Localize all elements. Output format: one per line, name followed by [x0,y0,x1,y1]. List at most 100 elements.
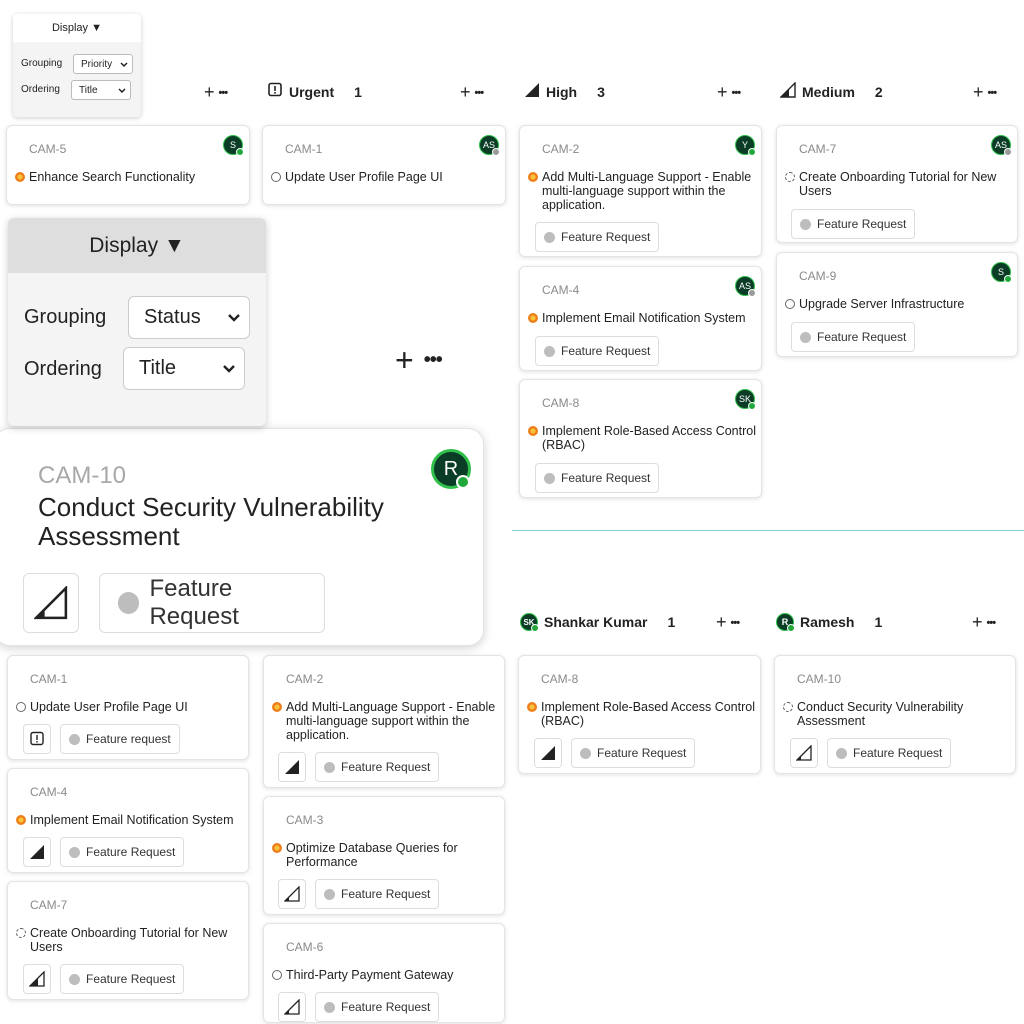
medium-priority-icon[interactable] [23,964,51,994]
add-icon[interactable]: + [716,612,727,633]
todo-status-icon [16,702,26,712]
column-count: 1 [874,614,883,630]
ordering-label: Ordering [24,358,102,380]
more-icon[interactable]: ••• [988,87,998,99]
column-title: High [546,83,578,100]
feature-request-tag[interactable]: Feature Request [535,336,660,366]
ticket-card-cam-3[interactable]: CAM-3 Optimize Database Queries for Perf… [263,796,505,915]
low-priority-icon[interactable] [278,879,306,909]
avatar: R [776,613,795,632]
feature-request-tag[interactable]: Feature Request [60,964,185,994]
no-priority-column-actions: + ••• [204,82,229,103]
column-title: Medium [802,83,855,100]
ticket-card-cam-7[interactable]: CAM-7 AS Create Onboarding Tutorial for … [776,125,1018,243]
ticket-title-row: Implement Role-Based Access Control (RBA… [527,700,755,728]
feature-request-tag[interactable]: Feature request [60,724,180,754]
in-progress-status-icon [16,815,26,825]
low-priority-icon[interactable] [23,573,79,633]
feature-request-tag[interactable]: Feature Request [60,837,185,867]
tag-dot-icon [324,761,335,773]
ticket-card-cam-4[interactable]: CAM-4 AS Implement Email Notification Sy… [519,266,762,371]
ticket-title-row: Enhance Search Functionality [15,170,195,184]
column-header-shankar-kumar: SK Shankar Kumar 1 [520,613,675,632]
feature-request-tag[interactable]: Feature Request [99,573,325,633]
grouping-select[interactable]: Status [128,296,250,339]
feature-request-tag[interactable]: Feature Request [315,879,440,909]
feature-request-tag[interactable]: Feature Request [315,752,440,782]
ticket-id: CAM-8 [541,672,579,686]
ticket-card-cam-1[interactable]: CAM-1 AS Update User Profile Page UI [262,125,506,205]
grouping-select[interactable]: Priority [73,54,133,74]
more-icon[interactable]: ••• [987,617,997,629]
feature-request-tag[interactable]: Feature Request [791,322,916,352]
tag-dot-icon [580,747,591,759]
ticket-card-cam-10[interactable]: CAM-10 Conduct Security Vulnerability As… [774,655,1016,774]
ticket-title-row: Upgrade Server Infrastructure [785,297,964,311]
ticket-title-row: Add Multi-Language Support - Enable mult… [528,170,756,212]
feature-request-tag[interactable]: Feature Request [791,209,916,239]
ticket-card-cam-7[interactable]: CAM-7 Create Onboarding Tutorial for New… [7,881,249,1000]
ordering-select[interactable]: Title [123,347,245,390]
add-icon[interactable]: + [972,612,983,633]
high-priority-icon[interactable] [23,837,51,867]
in-progress-status-icon [15,172,25,182]
high-priority-icon [524,82,540,101]
low-priority-icon[interactable] [278,992,306,1022]
in-progress-status-icon [528,426,538,436]
avatar: S [223,135,244,156]
ticket-id: CAM-2 [286,672,324,686]
chevron-down-icon [118,88,126,94]
ticket-card-cam-9[interactable]: CAM-9 S Upgrade Server Infrastructure Fe… [776,252,1018,357]
high-priority-icon[interactable] [534,738,562,768]
avatar: AS [479,135,500,156]
display-button[interactable]: Display ▼ [8,218,266,273]
ticket-card-cam-1[interactable]: CAM-1 Update User Profile Page UI Featur… [7,655,249,760]
display-button[interactable]: Display ▼ [13,14,141,42]
more-icon[interactable]: ••• [219,87,229,99]
add-icon[interactable]: + [973,82,984,103]
feature-request-tag[interactable]: Feature Request [535,222,660,252]
more-icon[interactable]: ••• [475,87,485,99]
feature-request-tag[interactable]: Feature Request [827,738,952,768]
ticket-card-cam-4[interactable]: CAM-4 Implement Email Notification Syste… [7,768,249,873]
more-icon[interactable]: ••• [731,617,741,629]
column-title: Shankar Kumar [544,614,648,630]
chevron-down-icon [223,365,235,373]
shankar-column-actions: + ••• [716,612,741,633]
urgent-priority-icon[interactable] [23,724,51,754]
high-priority-icon[interactable] [278,752,306,782]
avatar: AS [735,276,756,297]
ticket-card-cam-8[interactable]: CAM-8 SK Implement Role-Based Access Con… [519,379,762,498]
more-icon[interactable]: ••• [424,349,443,372]
add-icon[interactable]: + [717,82,728,103]
urgent-priority-icon [268,82,283,101]
ticket-card-cam-8[interactable]: CAM-8 Implement Role-Based Access Contro… [518,655,761,774]
column-title: Ramesh [800,614,855,630]
more-icon[interactable]: ••• [732,87,742,99]
add-icon[interactable]: + [204,82,215,103]
ticket-card-cam-5[interactable]: CAM-5 S Enhance Search Functionality [6,125,250,205]
ticket-id: CAM-2 [542,142,580,156]
ordering-select[interactable]: Title [71,80,131,100]
ticket-id: CAM-7 [30,898,68,912]
add-icon[interactable]: + [460,82,471,103]
feature-request-tag[interactable]: Feature Request [315,992,440,1022]
high-column-actions: + ••• [717,82,742,103]
ticket-card-cam-2[interactable]: CAM-2 Y Add Multi-Language Support - Ena… [519,125,762,257]
in-progress-status-icon [272,702,282,712]
ticket-card-cam-6[interactable]: CAM-6 Third-Party Payment Gateway Featur… [263,923,505,1023]
column-header-medium: Medium 2 [779,81,883,101]
ticket-title: Upgrade Server Infrastructure [799,297,965,311]
ticket-card-cam-2[interactable]: CAM-2 Add Multi-Language Support - Enabl… [263,655,505,788]
ordering-label: Ordering [21,84,60,95]
zoomed-ticket-card-cam-10[interactable]: CAM-10 Conduct Security Vulnerability As… [0,428,484,646]
backlog-status-icon [785,172,795,182]
ticket-id: CAM-3 [286,813,324,827]
add-icon[interactable]: + [395,342,414,379]
low-priority-icon[interactable] [790,738,818,768]
ticket-id: CAM-4 [542,283,580,297]
feature-request-tag[interactable]: Feature Request [535,463,660,493]
column-header-ramesh: R Ramesh 1 [776,613,883,632]
feature-request-tag[interactable]: Feature Request [571,738,696,768]
grouping-label: Grouping [21,58,63,69]
